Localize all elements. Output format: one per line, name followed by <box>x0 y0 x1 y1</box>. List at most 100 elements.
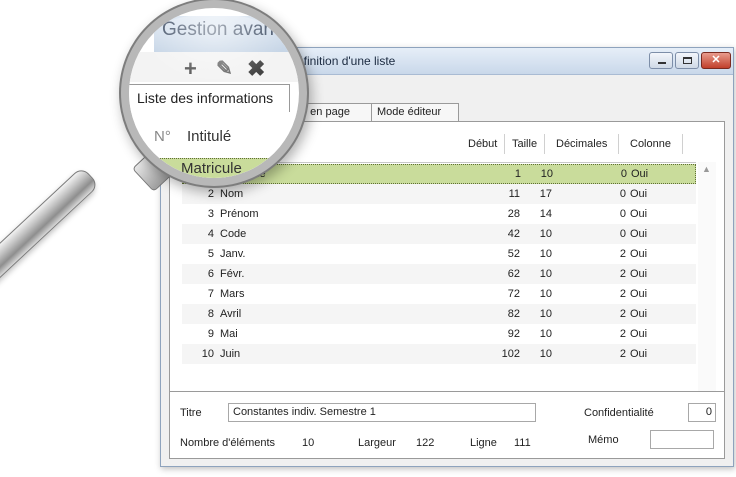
cell-colonne: Oui <box>630 328 648 340</box>
vertical-scrollbar[interactable]: ▲ ▼ <box>698 162 716 430</box>
memo-label: Mémo <box>588 434 619 446</box>
table-row[interactable]: 5 Janv. 52 10 2 Oui <box>182 244 696 264</box>
table-row[interactable]: 8 Avril 82 10 2 Oui <box>182 304 696 324</box>
header-debut[interactable]: Début <box>468 138 497 150</box>
cell-debut: 1 <box>514 168 521 180</box>
cell-decimales: 0 <box>620 168 627 180</box>
cell-taille: 10 <box>539 328 552 340</box>
window-title: éfinition d'une liste <box>297 54 396 68</box>
cell-taille: 10 <box>539 308 552 320</box>
memo-field[interactable] <box>650 430 714 449</box>
cell-intitule: Code <box>220 228 247 240</box>
table-row[interactable]: 9 Mai 92 10 2 Oui <box>182 324 696 344</box>
minimize-icon <box>658 62 666 64</box>
cell-intitule: Juin <box>220 348 241 360</box>
table-row[interactable]: 10 Juin 102 10 2 Oui <box>182 344 696 364</box>
cell-number: 8 <box>207 308 214 320</box>
cell-taille: 10 <box>539 348 552 360</box>
cell-colonne: Oui <box>631 168 649 180</box>
cell-decimales: 2 <box>619 308 626 320</box>
table-row[interactable]: 7 Mars 72 10 2 Oui <box>182 284 696 304</box>
cell-colonne: Oui <box>630 248 648 260</box>
cell-taille: 10 <box>539 288 552 300</box>
cell-colonne: Oui <box>630 228 648 240</box>
cell-taille: 10 <box>539 228 552 240</box>
cell-debut: 28 <box>507 208 520 220</box>
table-row[interactable]: 3 Prénom 28 14 0 Oui <box>182 204 696 224</box>
cell-taille: 14 <box>539 208 552 220</box>
table-row[interactable]: 2 Nom 11 17 0 Oui <box>182 184 696 204</box>
magnified-row-text: Matricule <box>181 160 242 177</box>
titre-label: Titre <box>180 407 202 419</box>
magnified-header-num: N° <box>154 128 171 145</box>
cell-number: 5 <box>207 248 214 260</box>
header-taille[interactable]: Taille <box>512 138 537 150</box>
cell-debut: 92 <box>507 328 520 340</box>
cell-debut: 52 <box>507 248 520 260</box>
cell-number: 3 <box>207 208 214 220</box>
scroll-up-icon[interactable]: ▲ <box>702 164 711 174</box>
cell-debut: 11 <box>508 188 520 200</box>
cell-intitule: Nom <box>220 188 244 200</box>
titre-field[interactable]: Constantes indiv. Semestre 1 <box>228 403 536 422</box>
nombre-elements-label: Nombre d'éléments <box>180 437 276 449</box>
data-grid: 1Matricule1100Oui2Nom11170Oui3Prénom2814… <box>182 162 696 380</box>
table-row[interactable]: 4 Code 42 10 0 Oui <box>182 224 696 244</box>
nombre-elements-value: 10 <box>302 437 315 449</box>
header-decimales[interactable]: Décimales <box>556 138 607 150</box>
maximize-button[interactable] <box>675 52 699 69</box>
header-separator <box>504 134 505 154</box>
cell-debut: 72 <box>507 288 520 300</box>
ligne-value: 111 <box>514 437 531 449</box>
cell-number: 4 <box>207 228 214 240</box>
cell-decimales: 2 <box>619 348 626 360</box>
magnified-tab-label[interactable]: Liste des informations <box>129 84 290 113</box>
cell-decimales: 0 <box>619 208 626 220</box>
header-separator <box>544 134 545 154</box>
cell-intitule: Mars <box>220 288 245 300</box>
cell-colonne: Oui <box>630 288 648 300</box>
cell-colonne: Oui <box>630 268 648 280</box>
cell-colonne: Oui <box>630 348 648 360</box>
confidentialite-field[interactable]: 0 <box>688 403 716 422</box>
close-button[interactable]: ✕ <box>701 52 731 69</box>
cell-colonne: Oui <box>630 308 648 320</box>
tab-mise-en-page[interactable]: e en page <box>295 103 379 121</box>
cell-taille: 10 <box>539 248 552 260</box>
cell-intitule: Avril <box>220 308 242 320</box>
cell-number: 6 <box>207 268 214 280</box>
cell-decimales: 0 <box>619 188 626 200</box>
cell-number: 9 <box>207 328 214 340</box>
maximize-icon <box>683 57 692 64</box>
header-separator <box>682 134 683 154</box>
magnifier-lens: Gestion avan + ✎ ✖ Liste des information… <box>129 8 299 178</box>
cell-intitule: Janv. <box>220 248 246 260</box>
cell-decimales: 2 <box>619 248 626 260</box>
cell-debut: 82 <box>507 308 520 320</box>
cell-number: 7 <box>207 288 214 300</box>
ligne-label: Ligne <box>470 437 497 449</box>
tab-mode-editeur[interactable]: Mode éditeur <box>371 103 459 121</box>
cell-number: 2 <box>207 188 214 200</box>
header-colonne[interactable]: Colonne <box>630 138 671 150</box>
header-separator <box>618 134 619 154</box>
cell-taille: 10 <box>539 268 552 280</box>
minimize-button[interactable] <box>649 52 673 69</box>
cell-intitule: Prénom <box>220 208 259 220</box>
cell-number: 10 <box>201 348 214 360</box>
confidentialite-label: Confidentialité <box>584 407 654 419</box>
cell-intitule: Févr. <box>220 268 245 280</box>
cell-intitule: Mai <box>220 328 238 340</box>
cell-colonne: Oui <box>630 188 648 200</box>
table-row[interactable]: 6 Févr. 62 10 2 Oui <box>182 264 696 284</box>
cell-decimales: 0 <box>619 228 626 240</box>
cell-decimales: 2 <box>619 268 626 280</box>
largeur-value: 122 <box>416 437 435 449</box>
cell-taille: 10 <box>540 168 553 180</box>
cell-decimales: 2 <box>619 328 626 340</box>
magnified-header-intitule: Intitulé <box>187 128 232 145</box>
cell-decimales: 2 <box>619 288 626 300</box>
close-icon: ✕ <box>711 54 721 66</box>
cell-debut: 102 <box>501 348 520 360</box>
cell-debut: 62 <box>507 268 520 280</box>
